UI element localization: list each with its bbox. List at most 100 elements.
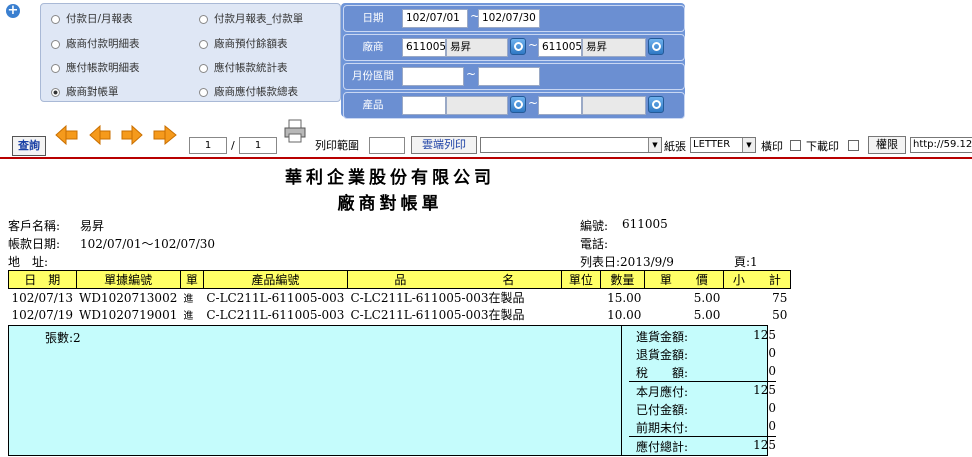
vendor-to-search-icon[interactable]	[648, 38, 664, 55]
page-separator: /	[231, 139, 235, 152]
dropdown-arrow-icon: ▼	[648, 138, 661, 152]
return-amount-label: 退貨金額:	[636, 348, 689, 362]
summary-panel: 張數:2 進貨金額: 125 退貨金額: 0 稅 額: 0 本月應付: 125 …	[8, 325, 776, 456]
next-page-icon[interactable]	[121, 124, 143, 146]
divider	[0, 157, 972, 159]
product-from-search-icon[interactable]	[510, 96, 526, 113]
radio-vendor-prepaid-balance[interactable]: 廠商預付餘額表	[199, 36, 288, 51]
col-date: 日 期	[8, 270, 77, 289]
download-label: 下載印	[806, 140, 839, 153]
total-payable-label: 應付總計:	[636, 440, 689, 454]
vendor-no-label: 編號:	[580, 219, 609, 233]
radio-vendor-statement[interactable]: 廠商對帳單	[51, 84, 119, 99]
filter-panel: 日期 102/07/01 ~ 102/07/30 廠商 611005 易昇 ~ …	[341, 3, 685, 119]
add-icon[interactable]: +	[6, 4, 20, 18]
print-range-input[interactable]	[369, 137, 405, 154]
page-total-input: 1	[239, 137, 277, 154]
col-doc-no: 單據編號	[75, 270, 181, 289]
table-row: 102/07/19 WD1020719001 進 C-LC211L-611005…	[11, 307, 788, 323]
return-amount-value: 0	[768, 346, 776, 360]
page-navigation	[55, 124, 177, 146]
slip-count: 張數:2	[45, 331, 81, 345]
period-label: 帳款日期:	[8, 237, 61, 251]
radio-payable-detail[interactable]: 應付帳款明細表	[51, 60, 140, 75]
table-header-row: 日 期 單據編號 單 產品編號 品 名 單位 數量 單 價 小 計	[8, 270, 791, 289]
total-payable-value: 125	[753, 438, 776, 452]
vendor-filter-row: 廠商 611005 易昇 ~ 611005 易昇	[343, 34, 685, 61]
page-current-input[interactable]: 1	[189, 137, 227, 154]
prev-page-icon[interactable]	[89, 124, 111, 146]
page-number: 頁:1	[734, 255, 758, 269]
product-from-name	[446, 96, 508, 115]
month-to-input[interactable]	[478, 67, 540, 86]
col-unit: 單位	[560, 270, 601, 289]
col-subtotal: 小 計	[722, 270, 791, 289]
download-checkbox[interactable]	[848, 140, 859, 151]
report-title: 廠商對帳單	[337, 194, 443, 214]
range-tilde: ~	[528, 96, 539, 110]
month-from-input[interactable]	[402, 67, 464, 86]
date-label: 日期	[362, 12, 384, 24]
vendor-from-search-icon[interactable]	[510, 38, 526, 55]
print-range-label: 列印範圍	[315, 139, 359, 152]
print-date: 列表日:2013/9/9	[580, 255, 674, 269]
paid-amount-value: 0	[768, 401, 776, 415]
radio-circle-icon	[51, 14, 60, 24]
previous-unpaid-value: 0	[768, 419, 776, 433]
product-filter-row: 產品 ~	[343, 92, 685, 119]
previous-unpaid-label: 前期未付:	[636, 421, 689, 435]
last-page-icon[interactable]	[153, 124, 177, 146]
col-price: 單 價	[643, 270, 724, 289]
radio-payment-monthly-voucher[interactable]: 付款月報表_付款單	[199, 11, 303, 26]
radio-payable-statistics[interactable]: 應付帳款統計表	[199, 60, 288, 75]
customer-value: 易昇	[80, 219, 105, 233]
query-button[interactable]: 查詢	[12, 136, 46, 156]
col-product-code: 產品編號	[202, 270, 348, 289]
radio-circle-icon	[199, 87, 208, 97]
radio-circle-icon	[199, 14, 208, 24]
vendor-from-name: 易昇	[446, 38, 508, 57]
radio-vendor-payable-summary[interactable]: 廠商應付帳款總表	[199, 84, 298, 99]
date-from-input[interactable]: 102/07/01	[402, 9, 468, 28]
period-value: 102/07/01～102/07/30	[80, 237, 216, 251]
landscape-label: 橫印	[761, 140, 783, 153]
month-range-label: 月份區間	[352, 70, 394, 82]
product-label: 產品	[362, 99, 384, 111]
printer-icon[interactable]	[284, 119, 306, 143]
permission-button[interactable]: 權限	[868, 136, 906, 154]
radio-circle-icon	[199, 63, 208, 73]
vendor-label: 廠商	[362, 41, 384, 53]
vendor-no-value: 611005	[622, 217, 668, 231]
paid-amount-label: 已付金額:	[636, 403, 689, 417]
paper-select[interactable]: LETTER ▼	[690, 137, 756, 153]
radio-selected-icon	[51, 87, 60, 97]
vendor-to-code-input[interactable]: 611005	[538, 38, 582, 57]
report-type-panel: 付款日/月報表 廠商付款明細表 應付帳款明細表 廠商對帳單 付款月報表_付款單 …	[40, 3, 341, 102]
product-to-search-icon[interactable]	[648, 96, 664, 113]
month-range-row: 月份區間 ~	[343, 63, 685, 90]
range-tilde: ~	[466, 67, 477, 81]
landscape-checkbox[interactable]	[790, 140, 801, 151]
separator	[629, 436, 776, 437]
url-field[interactable]: http://59.125	[910, 137, 972, 153]
paper-label: 紙張	[664, 140, 686, 153]
radio-payment-daily-monthly[interactable]: 付款日/月報表	[51, 11, 133, 26]
first-page-icon[interactable]	[55, 124, 78, 146]
phone-label: 電話:	[580, 237, 609, 251]
printer-select[interactable]: ▼	[480, 137, 662, 153]
monthly-payable-value: 125	[753, 383, 776, 397]
product-from-code-input[interactable]	[402, 96, 446, 115]
date-filter-row: 日期 102/07/01 ~ 102/07/30	[343, 5, 685, 32]
address-label: 地 址:	[8, 255, 49, 269]
purchase-amount-value: 125	[753, 328, 776, 342]
client-print-button[interactable]: 雲端列印	[411, 136, 477, 154]
col-qty: 數量	[599, 270, 645, 289]
product-to-code-input[interactable]	[538, 96, 582, 115]
vendor-to-name: 易昇	[582, 38, 646, 57]
dropdown-arrow-icon: ▼	[742, 138, 755, 152]
date-to-input[interactable]: 102/07/30	[478, 9, 540, 28]
vendor-from-code-input[interactable]: 611005	[402, 38, 446, 57]
radio-circle-icon	[51, 63, 60, 73]
radio-vendor-payment-detail[interactable]: 廠商付款明細表	[51, 36, 140, 51]
company-name: 華利企業股份有限公司	[285, 168, 495, 188]
